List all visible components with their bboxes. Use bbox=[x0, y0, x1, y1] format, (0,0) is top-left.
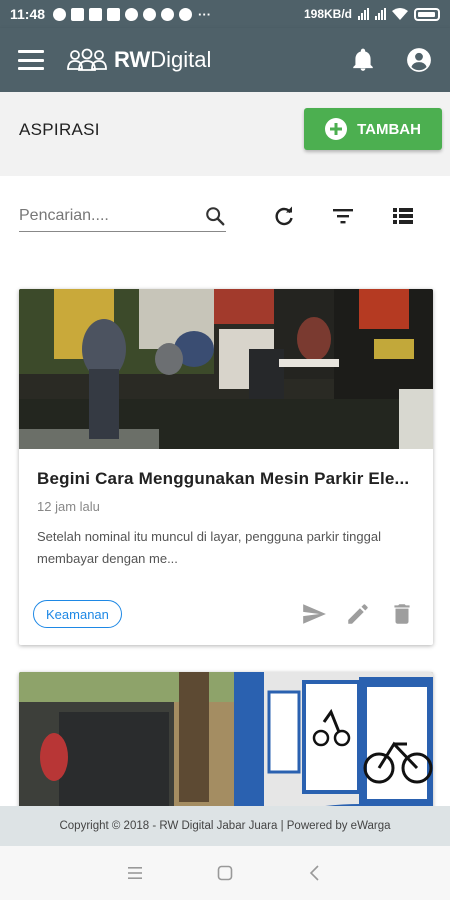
wifi-icon bbox=[392, 7, 408, 20]
content-area[interactable]: Begini Cara Menggunakan Mesin Parkir Ele… bbox=[0, 176, 450, 806]
check-icon bbox=[71, 7, 85, 21]
battery-icon bbox=[414, 7, 440, 21]
search-field[interactable] bbox=[19, 200, 226, 232]
post-title[interactable]: Begini Cara Menggunakan Mesin Parkir Ele… bbox=[37, 469, 417, 489]
page-title: ASPIRASI bbox=[19, 120, 100, 139]
refresh-icon[interactable] bbox=[272, 204, 296, 228]
whatsapp-icon bbox=[161, 7, 175, 21]
app-icon bbox=[143, 7, 157, 21]
post-image[interactable] bbox=[19, 672, 433, 806]
app-icon bbox=[89, 7, 103, 21]
post-image[interactable] bbox=[19, 289, 433, 449]
search-input[interactable] bbox=[19, 206, 194, 225]
recent-apps-icon[interactable] bbox=[126, 864, 144, 882]
brand-name: RWDigital bbox=[114, 47, 212, 72]
post-card[interactable] bbox=[19, 672, 433, 806]
search-toolbar bbox=[0, 176, 450, 256]
status-bar: 11:48 ··· 198KB/d bbox=[0, 0, 450, 28]
chat-icon bbox=[53, 7, 67, 21]
brand-logo: RWDigital bbox=[66, 47, 211, 73]
signal-icon bbox=[375, 8, 386, 20]
app-icon bbox=[179, 7, 193, 21]
menu-icon[interactable] bbox=[18, 50, 44, 70]
back-icon[interactable] bbox=[306, 864, 324, 882]
notification-icons bbox=[53, 7, 193, 21]
status-time: 11:48 bbox=[10, 6, 46, 22]
category-chip[interactable]: Keamanan bbox=[33, 600, 122, 628]
people-group-icon bbox=[67, 48, 107, 71]
system-navigation-bar bbox=[0, 846, 450, 900]
list-view-icon[interactable] bbox=[391, 204, 415, 228]
search-icon[interactable] bbox=[204, 205, 226, 227]
post-actions bbox=[301, 601, 415, 627]
more-notifications-indicator: ··· bbox=[198, 6, 212, 22]
account-circle-icon[interactable] bbox=[406, 47, 432, 73]
telegram-icon bbox=[125, 7, 139, 21]
post-description: Setelah nominal itu muncul di layar, pen… bbox=[37, 529, 381, 566]
footer-copyright: Copyright © 2018 - RW Digital Jabar Juar… bbox=[59, 820, 391, 832]
home-icon[interactable] bbox=[216, 864, 234, 882]
add-circle-icon bbox=[325, 118, 348, 140]
send-icon[interactable] bbox=[301, 601, 327, 627]
footer: Copyright © 2018 - RW Digital Jabar Juar… bbox=[0, 806, 450, 846]
add-button[interactable]: TAMBAH bbox=[304, 108, 442, 150]
post-timestamp: 12 jam lalu bbox=[37, 499, 100, 514]
delete-icon[interactable] bbox=[389, 601, 415, 627]
filter-icon[interactable] bbox=[331, 204, 355, 228]
bell-icon[interactable] bbox=[350, 47, 376, 73]
network-speed: 198KB/d bbox=[303, 7, 352, 21]
edit-icon[interactable] bbox=[345, 601, 371, 627]
app-bar: RWDigital bbox=[0, 28, 450, 92]
add-button-label: TAMBAH bbox=[357, 120, 421, 138]
signal-icon bbox=[358, 8, 369, 20]
post-card[interactable]: Begini Cara Menggunakan Mesin Parkir Ele… bbox=[19, 289, 433, 645]
section-header: ASPIRASI TAMBAH bbox=[0, 92, 450, 176]
mail-icon bbox=[107, 7, 121, 21]
